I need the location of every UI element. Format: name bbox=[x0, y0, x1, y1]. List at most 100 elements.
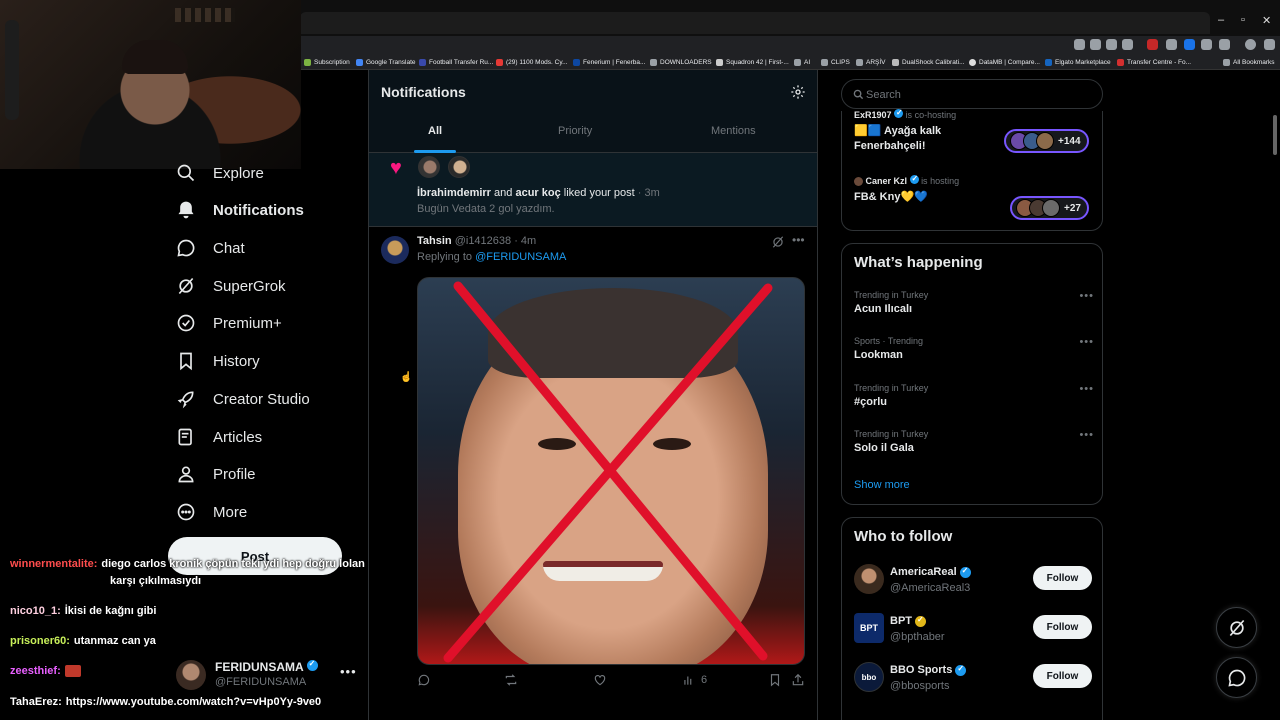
menu-icon[interactable] bbox=[1264, 39, 1275, 50]
star-icon[interactable] bbox=[1122, 39, 1133, 50]
repost-icon bbox=[505, 674, 517, 686]
follow-button[interactable]: Follow bbox=[1033, 566, 1092, 590]
gear-icon[interactable] bbox=[790, 84, 806, 100]
more-icon[interactable]: ••• bbox=[792, 233, 805, 247]
extension-icon[interactable] bbox=[1166, 39, 1177, 50]
chat-message: prisoner60: utanmaz can ya bbox=[10, 635, 156, 647]
account-handle: @FERIDUNSAMA bbox=[215, 676, 307, 688]
sidebar-item-history[interactable]: History bbox=[176, 346, 260, 376]
grok-fab[interactable] bbox=[1216, 607, 1257, 648]
bookmark-folder[interactable]: CLIPS bbox=[821, 57, 850, 68]
translate-icon[interactable] bbox=[1074, 39, 1085, 50]
trend-item[interactable]: Trending in Turkey #çorlu ••• bbox=[854, 383, 1094, 408]
bookmark-item[interactable]: Subscription bbox=[304, 57, 350, 68]
browser-tab[interactable] bbox=[300, 12, 1210, 34]
show-more-link[interactable]: Show more bbox=[854, 479, 910, 491]
follow-button[interactable]: Follow bbox=[1033, 664, 1092, 688]
restore-icon[interactable]: ▫ bbox=[1241, 14, 1245, 26]
avatar[interactable] bbox=[418, 156, 440, 178]
person-icon bbox=[178, 466, 194, 483]
follow-button[interactable]: Follow bbox=[1033, 615, 1092, 639]
trend-item[interactable]: Sports · Trending Lookman ••• bbox=[854, 336, 1094, 361]
follow-suggestion[interactable]: AmericaReal @AmericaReal3 Follow bbox=[854, 564, 1094, 598]
bookmark-item[interactable]: DataMB | Compare... bbox=[969, 57, 1040, 68]
sidebar-item-supergrok[interactable]: SuperGrok bbox=[176, 271, 286, 301]
bookmark-item[interactable]: Google Translate bbox=[356, 57, 416, 68]
bookmark-folder[interactable]: AI bbox=[794, 57, 810, 68]
more-icon[interactable]: ••• bbox=[1079, 429, 1094, 441]
sidebar-item-explore[interactable]: Explore bbox=[176, 158, 264, 188]
close-icon[interactable]: ✕ bbox=[1262, 14, 1271, 27]
post-author[interactable]: Tahsin @i1412638 · 4m bbox=[417, 235, 536, 247]
avatar[interactable] bbox=[448, 156, 470, 178]
bookmark-folder[interactable]: ARŞİV bbox=[856, 57, 886, 68]
share-button[interactable] bbox=[791, 673, 805, 687]
bookmark-item[interactable]: Squadron 42 | First-... bbox=[716, 57, 789, 68]
search-box[interactable] bbox=[841, 79, 1103, 109]
bookmark-item[interactable]: (29) 1100 Mods. Cy... bbox=[496, 57, 568, 68]
follow-suggestion[interactable]: BPT BPT @bpthaber Follow bbox=[854, 613, 1094, 647]
more-icon[interactable]: ••• bbox=[340, 664, 357, 679]
like-button[interactable] bbox=[593, 673, 607, 687]
extension-icon[interactable] bbox=[1201, 39, 1212, 50]
bookmark-folder[interactable]: DOWNLOADERS bbox=[650, 57, 712, 68]
repost-button[interactable] bbox=[504, 673, 518, 687]
tab-priority[interactable]: Priority bbox=[558, 125, 592, 137]
sidebar-item-label: Premium+ bbox=[213, 314, 282, 332]
bookmark-item[interactable]: Transfer Centre - Fo... bbox=[1117, 57, 1191, 68]
tab-mentions[interactable]: Mentions bbox=[711, 125, 756, 137]
bookmark-item[interactable]: Fenerium | Fenerba... bbox=[573, 57, 645, 68]
tab-all[interactable]: All bbox=[428, 125, 442, 137]
minimize-icon[interactable]: – bbox=[1218, 14, 1224, 26]
more-icon[interactable]: ••• bbox=[1079, 290, 1094, 302]
bbo-logo-icon[interactable]: bbo bbox=[854, 662, 884, 692]
views-button[interactable]: 6 bbox=[682, 673, 707, 687]
grok-icon[interactable] bbox=[771, 235, 785, 249]
share-icon[interactable] bbox=[1106, 39, 1117, 50]
reply-button[interactable] bbox=[417, 673, 431, 687]
post-image[interactable] bbox=[417, 277, 805, 665]
bookmark-item[interactable]: Football Transfer Ru... bbox=[419, 57, 493, 68]
avatar[interactable] bbox=[381, 236, 409, 264]
sidebar-item-creator-studio[interactable]: Creator Studio bbox=[176, 384, 310, 414]
liked-post-text: Bugün Vedata 2 gol yazdım. bbox=[417, 203, 555, 215]
chat-username: zeesthief: bbox=[10, 665, 61, 677]
extension-icon[interactable] bbox=[1184, 39, 1195, 50]
messages-fab[interactable] bbox=[1216, 657, 1257, 698]
sidebar-item-more[interactable]: More bbox=[176, 497, 247, 527]
bookmark-item[interactable]: DualShock Calibrati... bbox=[892, 57, 965, 68]
rocket-icon bbox=[177, 391, 194, 409]
more-icon[interactable]: ••• bbox=[1079, 336, 1094, 348]
reply-post[interactable]: Tahsin @i1412638 · 4m Replying to @FERID… bbox=[369, 228, 817, 720]
search-input[interactable] bbox=[866, 86, 1086, 104]
puzzle-icon[interactable] bbox=[1219, 39, 1230, 50]
account-switcher[interactable]: FERIDUNSAMA @FERIDUNSAMA ••• bbox=[176, 658, 356, 692]
sidebar-item-profile[interactable]: Profile bbox=[176, 459, 256, 489]
all-bookmarks[interactable]: All Bookmarks bbox=[1223, 57, 1275, 68]
sidebar-item-articles[interactable]: Articles bbox=[176, 422, 262, 452]
views-count: 6 bbox=[701, 674, 708, 686]
bpt-logo-icon[interactable]: BPT bbox=[854, 613, 884, 643]
sidebar-item-premium[interactable]: Premium+ bbox=[176, 308, 282, 338]
space-listeners-pill[interactable]: +27 bbox=[1010, 196, 1089, 220]
more-icon[interactable]: ••• bbox=[1079, 383, 1094, 395]
follow-suggestion[interactable]: bbo BBO Sports @bbosports Follow bbox=[854, 662, 1094, 696]
scrollbar[interactable] bbox=[1273, 115, 1277, 155]
like-notification[interactable]: ♥ İbrahimdemirr and acur koç liked your … bbox=[369, 153, 817, 227]
extension-icon[interactable] bbox=[1147, 39, 1158, 50]
sidebar-item-chat[interactable]: Chat bbox=[176, 233, 245, 263]
trend-item[interactable]: Trending in Turkey Acun Ilıcalı ••• bbox=[854, 290, 1094, 315]
avatar[interactable] bbox=[854, 564, 884, 594]
zoom-icon[interactable] bbox=[1090, 39, 1101, 50]
trend-item[interactable]: Trending in Turkey Solo il Gala ••• bbox=[854, 429, 1094, 454]
bookmark-button[interactable] bbox=[768, 673, 782, 687]
analytics-icon bbox=[684, 676, 692, 685]
bookmark-item[interactable]: Elgato Marketplace bbox=[1045, 57, 1111, 68]
grok-icon bbox=[1229, 619, 1244, 636]
profile-icon[interactable] bbox=[1245, 39, 1256, 50]
mention-link[interactable]: @FERIDUNSAMA bbox=[475, 251, 566, 263]
verified-gold-icon bbox=[915, 615, 926, 627]
space-listeners-pill[interactable]: +144 bbox=[1004, 129, 1089, 153]
sidebar-item-notifications[interactable]: Notifications bbox=[176, 195, 304, 225]
space-host: Caner Kzl is hosting bbox=[854, 174, 1094, 187]
